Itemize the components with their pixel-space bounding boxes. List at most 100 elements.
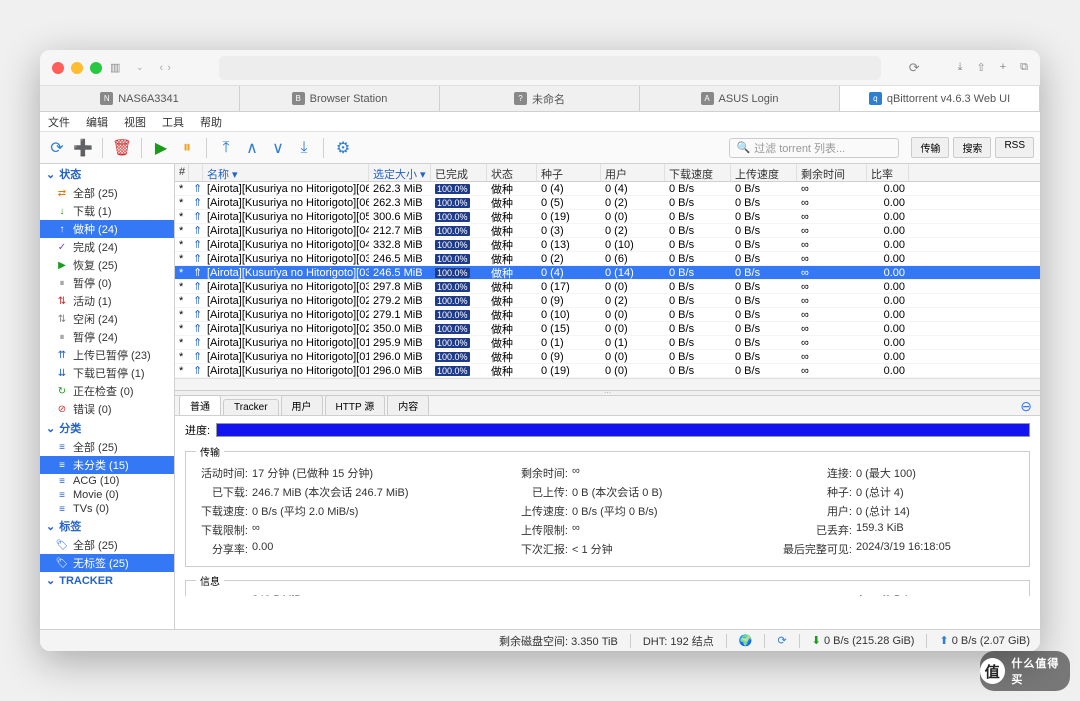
maximize-window-button[interactable] xyxy=(90,62,102,74)
globe-icon[interactable]: 🌍 xyxy=(739,634,753,647)
detail-cell: 连接:0 (最大 100) xyxy=(776,465,1019,481)
menu-item[interactable]: 编辑 xyxy=(86,114,108,130)
torrent-row[interactable]: *⇑[Airota][Kusuriya no Hitorigoto][04]..… xyxy=(175,238,1040,252)
column-header[interactable]: 状态 xyxy=(487,164,537,181)
menu-item[interactable]: 帮助 xyxy=(200,114,222,130)
column-header[interactable]: 比率 xyxy=(867,164,909,181)
torrent-row[interactable]: *⇑[Airota][Kusuriya no Hitorigoto][06]..… xyxy=(175,182,1040,196)
sidebar-item[interactable]: ⇊下载已暂停 (1) xyxy=(40,364,174,382)
detail-tab[interactable]: 内容 xyxy=(387,395,429,415)
column-header[interactable] xyxy=(189,164,203,181)
forward-icon[interactable]: › xyxy=(167,62,171,74)
sidebar-item[interactable]: ↑做种 (24) xyxy=(40,220,174,238)
column-header[interactable]: 选定大小 ▾ xyxy=(369,164,431,181)
column-header[interactable]: # xyxy=(175,164,189,181)
filter-input[interactable]: 🔍 过滤 torrent 列表... xyxy=(729,138,899,158)
sidebar-item[interactable]: 🏷全部 (25) xyxy=(40,536,174,554)
download-icon[interactable]: ⤓ xyxy=(958,61,963,74)
sidebar-item[interactable]: ↓下载 (1) xyxy=(40,202,174,220)
resume-icon[interactable]: ▶ xyxy=(150,137,172,159)
tool-tab[interactable]: RSS xyxy=(995,137,1034,158)
move-up-icon[interactable]: ∧ xyxy=(241,137,263,159)
sidebar-item[interactable]: 🏷无标签 (25) xyxy=(40,554,174,572)
browser-tab[interactable]: qqBittorrent v4.6.3 Web UI xyxy=(840,86,1040,111)
menu-item[interactable]: 工具 xyxy=(162,114,184,130)
move-top-icon[interactable]: ⤒ xyxy=(215,137,237,159)
browser-tab[interactable]: BBrowser Station xyxy=(240,86,440,111)
url-bar[interactable] xyxy=(219,56,881,80)
sidebar-item[interactable]: ≡全部 (25) xyxy=(40,438,174,456)
torrent-row[interactable]: *⇑[Airota][Kusuriya no Hitorigoto][02]..… xyxy=(175,322,1040,336)
torrent-row[interactable]: *⇑[Airota][Kusuriya no Hitorigoto][03]..… xyxy=(175,266,1040,280)
detail-tab[interactable]: 用户 xyxy=(281,395,323,415)
browser-tab[interactable]: AASUS Login xyxy=(640,86,840,111)
menu-item[interactable]: 视图 xyxy=(124,114,146,130)
sidebar-item[interactable]: ≡Movie (0) xyxy=(40,488,174,502)
delete-icon[interactable]: 🗑 xyxy=(111,137,133,159)
column-header[interactable]: 下载速度 xyxy=(665,164,731,181)
browser-tab[interactable]: ?未命名 xyxy=(440,86,640,111)
app-window: ▥ ⌄ ‹ › ⟳ ⤓ ⇧ + ⧉ NNAS6A3341BBrowser Sta… xyxy=(40,50,1040,651)
settings-icon[interactable]: ⚙ xyxy=(332,137,354,159)
sidebar-item[interactable]: ⇅空闲 (24) xyxy=(40,310,174,328)
sidebar-group[interactable]: ⌄标签 xyxy=(40,516,174,536)
column-header[interactable]: 种子 xyxy=(537,164,601,181)
column-header[interactable]: 用户 xyxy=(601,164,665,181)
torrent-row[interactable]: *⇑[Airota][Kusuriya no Hitorigoto][01]..… xyxy=(175,336,1040,350)
pause-icon[interactable]: ⏸ xyxy=(176,137,198,159)
sidebar-item[interactable]: ⇄全部 (25) xyxy=(40,184,174,202)
detail-cell: 区块:987 x 256.0 KiB (已完成 987) xyxy=(516,594,776,596)
filter-placeholder: 过滤 torrent 列表... xyxy=(754,140,845,156)
torrent-row[interactable]: *⇑[Airota][Kusuriya no Hitorigoto][03]..… xyxy=(175,252,1040,266)
torrent-row[interactable]: *⇑[Airota][Kusuriya no Hitorigoto][03]..… xyxy=(175,280,1040,294)
sidebar-item[interactable]: ≡未分类 (15) xyxy=(40,456,174,474)
sidebar-item[interactable]: ≡ACG (10) xyxy=(40,474,174,488)
sidebar-item[interactable]: ⏸暂停 (24) xyxy=(40,328,174,346)
sidebar-item[interactable]: ⇅活动 (1) xyxy=(40,292,174,310)
torrent-row[interactable]: *⇑[Airota][Kusuriya no Hitorigoto][04]..… xyxy=(175,224,1040,238)
torrent-row[interactable]: *⇑[Airota][Kusuriya no Hitorigoto][05]..… xyxy=(175,210,1040,224)
torrent-row[interactable]: *⇑[Airota][Kusuriya no Hitorigoto][01]..… xyxy=(175,350,1040,364)
tool-tab[interactable]: 搜索 xyxy=(953,137,991,158)
detail-tab[interactable]: HTTP 源 xyxy=(325,395,386,415)
chevron-down-icon[interactable]: ⌄ xyxy=(136,62,144,73)
add-torrent-icon[interactable]: ➕ xyxy=(72,137,94,159)
column-header[interactable]: 剩余时间 xyxy=(797,164,867,181)
torrent-row[interactable]: *⇑[Airota][Kusuriya no Hitorigoto][02]..… xyxy=(175,308,1040,322)
column-header[interactable]: 上传速度 xyxy=(731,164,797,181)
collapse-details-icon[interactable]: ⊖ xyxy=(1020,398,1032,415)
add-link-icon[interactable]: ⟳ xyxy=(46,137,68,159)
torrent-row[interactable]: *⇑[Airota][Kusuriya no Hitorigoto][06]..… xyxy=(175,196,1040,210)
sidebar-group[interactable]: ⌄分类 xyxy=(40,418,174,438)
sidebar-item[interactable]: ⇈上传已暂停 (23) xyxy=(40,346,174,364)
torrent-row[interactable]: *⇑[Airota][Kusuriya no Hitorigoto][02]..… xyxy=(175,294,1040,308)
sidebar-group[interactable]: ⌄TRACKER xyxy=(40,572,174,589)
minimize-window-button[interactable] xyxy=(71,62,83,74)
new-tab-icon[interactable]: + xyxy=(1000,61,1006,74)
sidebar-item[interactable]: ⏸暂停 (0) xyxy=(40,274,174,292)
column-header[interactable]: 名称 ▾ xyxy=(203,164,369,181)
tabs-icon[interactable]: ⧉ xyxy=(1020,61,1028,74)
browser-tab[interactable]: NNAS6A3341 xyxy=(40,86,240,111)
move-bottom-icon[interactable]: ⤓ xyxy=(293,137,315,159)
reload-icon[interactable]: ⟳ xyxy=(909,60,920,76)
detail-tab[interactable]: 普通 xyxy=(179,395,221,415)
move-down-icon[interactable]: ∨ xyxy=(267,137,289,159)
sidebar-item[interactable]: ≡TVs (0) xyxy=(40,502,174,516)
alt-speed-icon[interactable]: ⟳ xyxy=(777,634,786,647)
sidebar-item[interactable]: ⊘错误 (0) xyxy=(40,400,174,418)
share-icon[interactable]: ⇧ xyxy=(976,61,985,74)
detail-tab[interactable]: Tracker xyxy=(223,399,279,415)
sidebar-group[interactable]: ⌄状态 xyxy=(40,164,174,184)
sidebar-item[interactable]: ✓完成 (24) xyxy=(40,238,174,256)
close-window-button[interactable] xyxy=(52,62,64,74)
sidebar-item[interactable]: ▶恢复 (25) xyxy=(40,256,174,274)
back-icon[interactable]: ‹ xyxy=(160,62,164,74)
tool-tab[interactable]: 传输 xyxy=(911,137,949,158)
detail-cell: 下次汇报:< 1 分钟 xyxy=(516,541,776,557)
torrent-row[interactable]: *⇑[Airota][Kusuriya no Hitorigoto][01]..… xyxy=(175,364,1040,378)
sidebar-item[interactable]: ↻正在检查 (0) xyxy=(40,382,174,400)
sidebar-icon[interactable]: ▥ xyxy=(110,61,128,74)
menu-item[interactable]: 文件 xyxy=(48,114,70,130)
column-header[interactable]: 已完成 xyxy=(431,164,487,181)
